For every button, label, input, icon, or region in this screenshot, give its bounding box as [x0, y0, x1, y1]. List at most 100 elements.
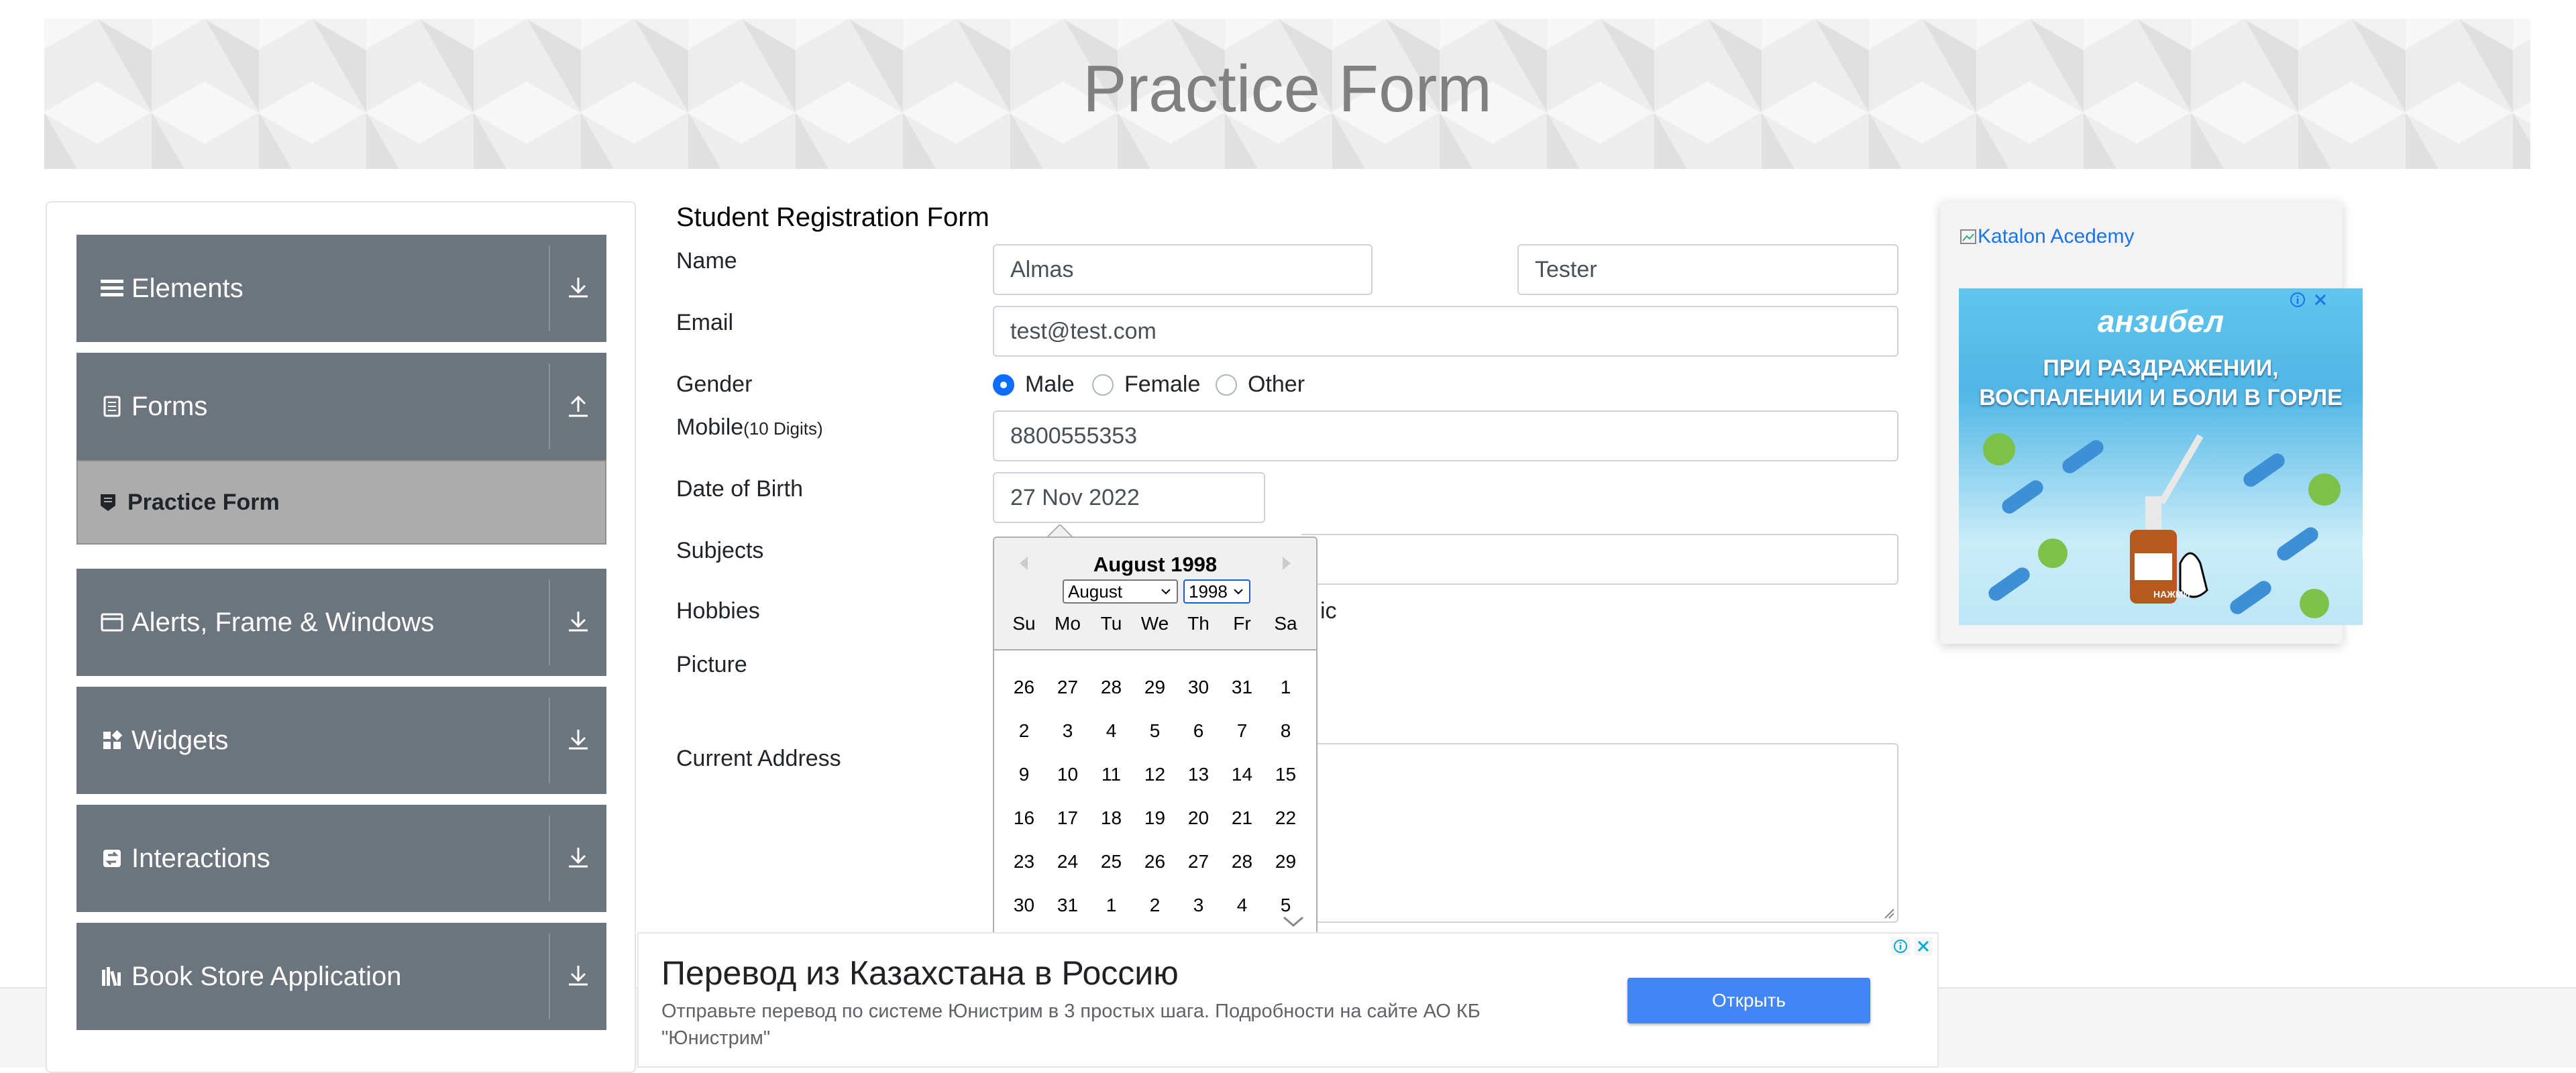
datepicker-day[interactable]: 1: [1264, 677, 1307, 698]
datepicker-day[interactable]: 18: [1089, 807, 1133, 829]
hobby-music-label[interactable]: ic: [1320, 598, 1337, 624]
weekday: Tu: [1100, 613, 1122, 634]
datepicker-day[interactable]: 23: [1002, 851, 1046, 872]
email-input[interactable]: test@test.com: [993, 306, 1898, 357]
datepicker-day[interactable]: 26: [1002, 677, 1046, 698]
weekday: We: [1140, 613, 1169, 634]
last-name-input[interactable]: Tester: [1517, 244, 1898, 295]
download-icon[interactable]: [564, 844, 593, 873]
sidebar-group-elements[interactable]: Elements: [76, 235, 606, 342]
ad-bottom-title[interactable]: Перевод из Казахстана в Россию: [661, 954, 1179, 993]
menu-icon: [99, 276, 125, 301]
gender-other-radio[interactable]: Other: [1216, 372, 1305, 398]
download-icon[interactable]: [564, 962, 593, 991]
name-label: Name: [676, 248, 737, 274]
datepicker-day[interactable]: 13: [1177, 764, 1220, 785]
sidebar-group-interactions[interactable]: Interactions: [76, 805, 606, 912]
datepicker-day[interactable]: 22: [1264, 807, 1307, 829]
datepicker-day[interactable]: 7: [1220, 720, 1264, 742]
medicine-ad-banner[interactable]: анзибел ПРИ РАЗДРАЖЕНИИ, ВОСПАЛЕНИИ И БО…: [1959, 288, 2363, 625]
datepicker-current-month: August 1998: [1093, 553, 1218, 576]
books-icon: [99, 964, 125, 989]
download-icon[interactable]: [564, 608, 593, 637]
divider: [549, 934, 550, 1019]
address-textarea[interactable]: [1301, 743, 1898, 923]
download-icon[interactable]: [564, 726, 593, 755]
info-icon[interactable]: [1890, 936, 1911, 956]
ad-bottom-choices[interactable]: [1890, 936, 1933, 956]
dob-label: Date of Birth: [676, 476, 803, 502]
ad-bottom: Перевод из Казахстана в Россию Отправьте…: [637, 932, 1939, 1068]
dob-input[interactable]: 27 Nov 2022: [993, 472, 1265, 523]
datepicker-day[interactable]: 8: [1264, 720, 1307, 742]
ad-headline-line2: ВОСПАЛЕНИИ И БОЛИ В ГОРЛЕ: [1979, 385, 2343, 410]
year-select[interactable]: 1998: [1183, 579, 1250, 604]
datepicker-day[interactable]: 17: [1046, 807, 1089, 829]
sidebar-group-alerts[interactable]: Alerts, Frame & Windows: [76, 569, 606, 676]
datepicker-day[interactable]: 26: [1133, 851, 1177, 872]
page-banner: Practice Form: [44, 19, 2530, 169]
datepicker-day[interactable]: 29: [1264, 851, 1307, 872]
datepicker-day[interactable]: 28: [1220, 851, 1264, 872]
next-month-icon[interactable]: [1275, 551, 1299, 575]
chevron-down-icon: [1234, 589, 1243, 595]
sidebar-group-book-store[interactable]: Book Store Application: [76, 923, 606, 1030]
weekday: Th: [1187, 613, 1210, 634]
gender-female-radio[interactable]: Female: [1092, 372, 1200, 398]
radio-label: Other: [1248, 372, 1305, 397]
datepicker-day[interactable]: 5: [1133, 720, 1177, 742]
datepicker-day[interactable]: 27: [1046, 677, 1089, 698]
datepicker-day[interactable]: 15: [1264, 764, 1307, 785]
datepicker-day[interactable]: 20: [1177, 807, 1220, 829]
month-select[interactable]: August: [1063, 579, 1178, 604]
datepicker-week: 26 27 28 29 30 31 1: [1002, 665, 1308, 709]
ad-choices[interactable]: [2289, 291, 2329, 308]
datepicker-day[interactable]: 28: [1089, 677, 1133, 698]
datepicker-day[interactable]: 10: [1046, 764, 1089, 785]
katalon-ad-link[interactable]: Katalon Acedemy: [1959, 225, 2134, 248]
datepicker-day[interactable]: 6: [1177, 720, 1220, 742]
sidebar-group-widgets[interactable]: Widgets: [76, 687, 606, 794]
upload-icon[interactable]: [564, 392, 593, 421]
datepicker-day[interactable]: 29: [1133, 677, 1177, 698]
sidebar-group-label: Book Store Application: [131, 961, 402, 991]
sidebar-group-label: Widgets: [131, 725, 229, 755]
gender-male-radio[interactable]: Male: [993, 372, 1075, 398]
sidebar-item-label: Practice Form: [127, 489, 280, 515]
close-icon[interactable]: [2312, 291, 2329, 308]
datepicker-day[interactable]: 19: [1133, 807, 1177, 829]
page-title: Practice Form: [1083, 52, 1492, 125]
sidebar-group-forms[interactable]: Forms: [76, 353, 606, 460]
close-icon[interactable]: [1913, 936, 1933, 956]
datepicker-day[interactable]: 21: [1220, 807, 1264, 829]
first-name-input[interactable]: Almas: [993, 244, 1373, 295]
sidebar-item-practice-form[interactable]: Practice Form: [76, 460, 606, 545]
widgets-icon: [99, 728, 125, 753]
datepicker-day[interactable]: 12: [1133, 764, 1177, 785]
katalon-ad-text: Katalon Acedemy: [1978, 225, 2135, 247]
datepicker-day[interactable]: 25: [1089, 851, 1133, 872]
datepicker-week: 9 10 11 12 13 14 15: [1002, 752, 1308, 796]
datepicker-day[interactable]: 30: [1177, 677, 1220, 698]
datepicker-week: 23 24 25 26 27 28 29: [1002, 840, 1308, 883]
datepicker-day[interactable]: 4: [1089, 720, 1133, 742]
window-icon: [99, 610, 125, 635]
ad-open-button[interactable]: Открыть: [1627, 978, 1870, 1023]
datepicker-day[interactable]: 31: [1220, 677, 1264, 698]
datepicker-day[interactable]: 3: [1046, 720, 1089, 742]
datepicker-day[interactable]: 16: [1002, 807, 1046, 829]
scroll-down-icon[interactable]: [994, 911, 1318, 935]
mobile-input[interactable]: 8800555353: [993, 410, 1898, 461]
datepicker-day[interactable]: 2: [1002, 720, 1046, 742]
datepicker-day[interactable]: 11: [1089, 764, 1133, 785]
resize-handle-icon[interactable]: [1882, 907, 1894, 919]
download-icon[interactable]: [564, 274, 593, 303]
info-icon[interactable]: [2289, 291, 2306, 308]
subjects-input[interactable]: [1301, 534, 1898, 585]
datepicker-day[interactable]: 14: [1220, 764, 1264, 785]
ad-bottom-description: Отправьте перевод по системе Юнистрим в …: [661, 1001, 1481, 1049]
datepicker-day[interactable]: 27: [1177, 851, 1220, 872]
weekday-header: Su Mo Tu We Th Fr Sa: [1002, 613, 1308, 634]
datepicker-day[interactable]: 9: [1002, 764, 1046, 785]
datepicker-day[interactable]: 24: [1046, 851, 1089, 872]
